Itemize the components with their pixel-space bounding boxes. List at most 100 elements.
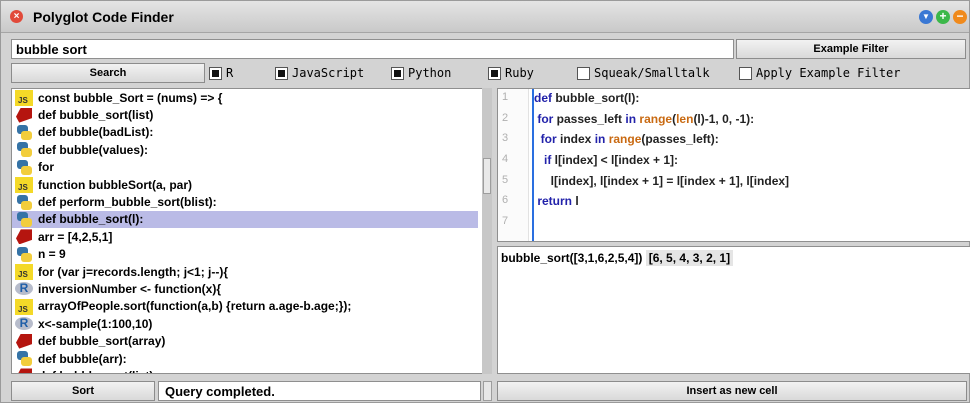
filter-python[interactable]: Python (391, 65, 451, 81)
checkbox-icon[interactable] (488, 66, 501, 80)
menu-icon[interactable]: ▼ (919, 10, 933, 24)
scrollbar-thumb[interactable] (483, 158, 491, 194)
code-keyword: in (625, 111, 637, 126)
list-item[interactable]: arr = [4,2,5,1] (12, 228, 490, 245)
filter-ruby[interactable]: Ruby (488, 65, 534, 81)
list-item[interactable]: for (12, 159, 490, 176)
list-item[interactable]: Rx<-sample(1:100,10) (12, 315, 490, 332)
code-keyword: return (534, 194, 573, 209)
minimize-icon[interactable]: − (953, 10, 967, 24)
list-item-label: const bubble_Sort = (nums) => { (38, 90, 223, 105)
window-title: Polyglot Code Finder (33, 9, 174, 25)
code-token: (passes_left): (641, 132, 719, 147)
list-item-label: def perform_bubble_sort(blist): (38, 195, 217, 210)
list-item[interactable]: JS function bubbleSort(a, par) (12, 176, 490, 194)
javascript-icon: JS (14, 263, 35, 281)
checkbox-icon[interactable] (577, 66, 590, 80)
list-item-label: x<-sample(1:100,10) (38, 316, 153, 331)
list-item-label: for (38, 160, 54, 175)
title-bar[interactable]: × Polyglot Code Finder ▼ + − (1, 1, 969, 33)
list-item[interactable]: RinversionNumber <- function(x){ (12, 280, 490, 297)
results-list[interactable]: JS const bubble_Sort = (nums) => {def bub… (11, 88, 491, 374)
search-input[interactable]: bubble sort (11, 39, 734, 59)
filter-r[interactable]: R (209, 65, 233, 81)
code-line[interactable] (534, 213, 970, 234)
code-line[interactable]: if l[index] < l[index + 1]: (534, 151, 970, 172)
list-item-label: arr = [4,2,5,1] (38, 229, 113, 244)
list-item-label: def bubble(badList): (38, 125, 154, 140)
checkbox-icon[interactable] (275, 66, 288, 80)
code-line[interactable]: for index in range(passes_left): (534, 130, 970, 151)
output-pane[interactable]: bubble_sort([3,1,6,2,5,4]) [6, 5, 4, 3, … (497, 246, 970, 374)
javascript-icon: JS (14, 176, 35, 194)
code-keyword: in (594, 132, 606, 147)
list-item[interactable]: n = 9 (12, 246, 490, 263)
code-keyword: def (534, 91, 552, 105)
r-icon: R (14, 315, 35, 332)
line-number: 4 (502, 153, 509, 166)
search-button[interactable]: Search (11, 63, 205, 83)
code-builtin: range (608, 132, 642, 147)
python-icon (14, 194, 35, 211)
checkbox-icon[interactable] (209, 66, 222, 80)
code-line[interactable]: def bubble_sort(l): (534, 89, 970, 110)
filter-label: Apply Example Filter (756, 66, 901, 80)
line-number: 1 (502, 91, 509, 103)
line-number: 2 (502, 111, 509, 124)
filter-label: JavaScript (292, 66, 365, 80)
code-token: l[index] < l[index + 1]: (551, 153, 679, 168)
list-item[interactable]: def bubble_sort(list) (12, 106, 490, 123)
code-token: l (572, 194, 579, 209)
code-keyword: if (534, 153, 552, 168)
checkbox-icon[interactable] (391, 66, 404, 80)
list-item[interactable]: def bubble(badList): (12, 124, 490, 141)
list-item-label: for (var j=records.length; j<1; j--){ (38, 264, 229, 279)
checkbox-icon[interactable] (739, 66, 752, 80)
list-item[interactable]: JS const bubble_Sort = (nums) => { (12, 89, 490, 107)
list-item-label: def bubble(arr): (38, 351, 127, 366)
code-builtin: len (676, 111, 694, 126)
code-line[interactable]: for passes_left in range(len(l)-1, 0, -1… (534, 110, 970, 131)
code-editor[interactable]: 1 2 3 4 5 6 7 def bubble_sort(l): for passes_l… (497, 88, 970, 242)
ruby-icon (14, 367, 35, 373)
code-keyword: for (534, 111, 554, 126)
line-number: 6 (502, 194, 509, 207)
sort-button[interactable]: Sort (11, 381, 155, 401)
filter-squeak-smalltalk[interactable]: Squeak/Smalltalk (577, 65, 710, 81)
list-item[interactable]: def bubble_sort(array) (12, 332, 490, 349)
list-item[interactable]: def perform_bubble_sort(blist): (12, 193, 490, 210)
insert-cell-button[interactable]: Insert as new cell (497, 381, 967, 401)
close-icon[interactable]: × (10, 10, 23, 23)
code-text[interactable]: def bubble_sort(l): for passes_left in r… (532, 89, 970, 241)
list-item[interactable]: JS for (var j=records.length; j<1; j--){ (12, 263, 490, 281)
list-item-label: def bubble_sort(list) (38, 369, 153, 373)
filter-label: R (226, 66, 234, 80)
list-item[interactable]: JS arrayOfPeople.sort(function(a,b) {retu… (12, 298, 490, 315)
list-item[interactable]: def bubble_sort(list) (12, 367, 490, 373)
filter-apply-example-filter[interactable]: Apply Example Filter (739, 65, 901, 81)
list-item-label: def bubble_sort(list) (38, 108, 154, 123)
line-number: 3 (502, 132, 509, 145)
list-item[interactable]: def bubble(values): (12, 141, 490, 158)
filter-label: Python (408, 66, 452, 80)
list-item-label: function bubbleSort(a, par) (38, 177, 192, 192)
python-icon (14, 246, 35, 263)
code-token: (l)-1, 0, -1): (693, 111, 755, 126)
list-scrollbar[interactable] (482, 88, 492, 374)
ruby-icon (14, 228, 35, 245)
add-icon[interactable]: + (936, 10, 950, 24)
python-icon (14, 211, 35, 228)
code-line[interactable]: return l (534, 192, 970, 213)
code-line[interactable]: l[index], l[index + 1] = l[index + 1], l… (534, 172, 970, 193)
output-result: [6, 5, 4, 3, 2, 1] (645, 250, 734, 266)
example-filter-button[interactable]: Example Filter (736, 39, 966, 59)
code-token: l[index], l[index + 1] = l[index + 1], l… (534, 173, 790, 188)
line-number: 7 (502, 215, 509, 228)
list-item-label: def bubble_sort(l): (38, 212, 144, 227)
status-scroll-handle[interactable] (483, 381, 492, 401)
filter-javascript[interactable]: JavaScript (275, 65, 364, 81)
list-item-label: n = 9 (38, 247, 66, 262)
python-icon (14, 124, 35, 141)
list-item[interactable]: def bubble(arr): (12, 350, 490, 367)
list-item[interactable]: def bubble_sort(l): (12, 210, 478, 229)
